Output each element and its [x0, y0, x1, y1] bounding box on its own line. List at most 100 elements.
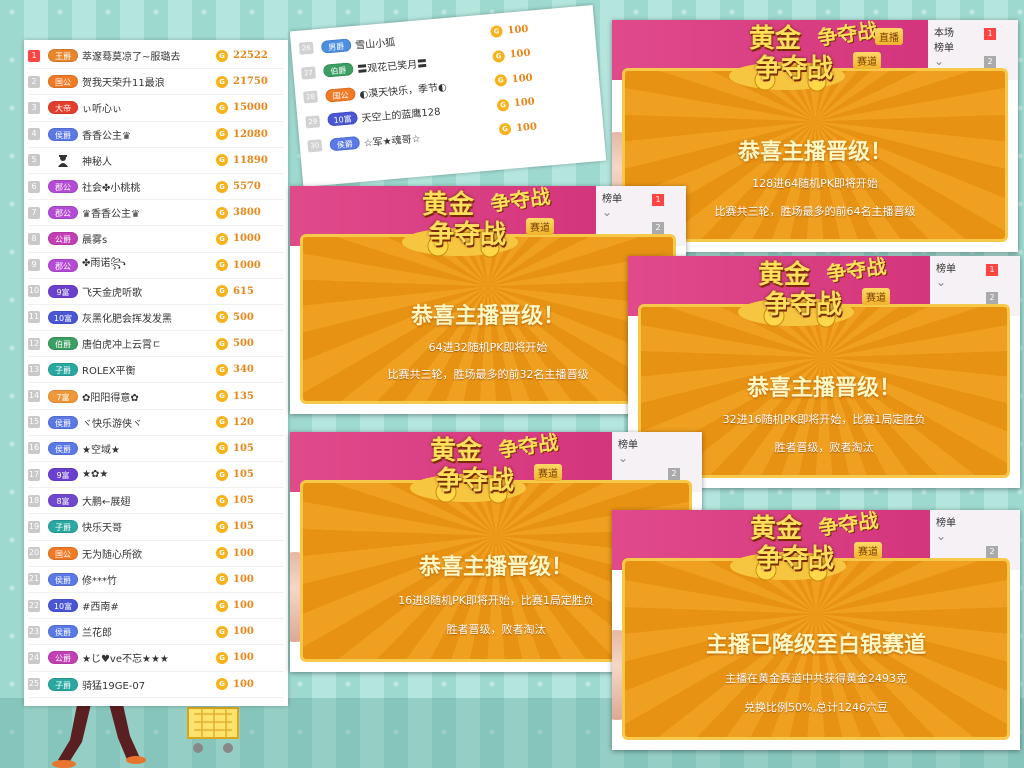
chevron-down-icon[interactable]: ⌄: [618, 451, 696, 465]
rank-row[interactable]: 7 郡公 ♛香香公主♛ G 3800: [28, 200, 284, 227]
rank-row[interactable]: 14 7富 ✿阳阳得意✿ G 135: [28, 383, 284, 410]
rank-row[interactable]: 8 公爵 晨雾s G 1000: [28, 226, 284, 253]
user-name: ROLEX平衡: [82, 366, 136, 378]
rank-row[interactable]: 20 国公 无为随心所欲 G 100: [28, 541, 284, 567]
popup-title: 主播已降级至白银赛道: [705, 632, 926, 658]
rank-row[interactable]: 5 神秘人 G 11890: [28, 148, 284, 174]
user-name: ♛香香公主♛: [82, 209, 140, 221]
tab-board-label[interactable]: 榜单: [618, 436, 696, 451]
popup-content: 主播已降级至白银赛道 主播在黄金赛道中共获得黄金2493克 兑换比例50%,总计12…: [622, 558, 1010, 740]
gold-road-tag: 赛道: [854, 542, 882, 559]
gold-coin-icon: G: [216, 259, 228, 272]
score-value: 105: [233, 521, 254, 533]
rank-row[interactable]: 17 9富 ★✿★ G 105: [28, 462, 284, 489]
rank-number: 30: [307, 139, 323, 153]
rank-row[interactable]: 15 侯爵 ヾ快乐游侠ヾ G 120: [28, 410, 284, 436]
rank-badge: 公爵: [48, 232, 78, 246]
gold-coin-icon: G: [216, 128, 228, 141]
rank-badge: 郡公: [48, 180, 78, 194]
user-name: 飞天金虎听歌: [82, 287, 142, 299]
user-name: 大鹏←展翅: [82, 497, 131, 509]
gold-battle-logo: 黄金 争夺战 争夺战 赛道 直播: [725, 20, 905, 94]
popup-line-1: 64进32随机PK即将开始: [428, 341, 548, 354]
rank-badge: 郡公: [48, 258, 78, 272]
score-value: 100: [233, 573, 254, 585]
rank-row[interactable]: 21 侯爵 修***竹 G 100: [28, 567, 284, 593]
rank-row[interactable]: 25 子爵 骑猛19GE-07 G 100: [28, 672, 284, 698]
rank-badge-2: 2: [652, 222, 664, 234]
rank-row[interactable]: 9 郡公 ✤雨诺꧂ G 1000: [28, 253, 284, 279]
user-name: ★じ♥ve不忘★★★: [82, 654, 169, 666]
score-value: 135: [233, 390, 254, 402]
gold-coin-icon: G: [216, 75, 228, 88]
user-name: 社会✤小桃桃: [82, 183, 141, 195]
rank-row[interactable]: 6 郡公 社会✤小桃桃 G 5570: [28, 174, 284, 201]
gold-road-tag: 赛道: [534, 464, 562, 481]
tab-board-label[interactable]: 本场: [934, 24, 1012, 39]
rank-badge: 伯爵: [48, 337, 78, 351]
rank-number: 27: [300, 66, 316, 80]
rank-number: 16: [28, 442, 40, 455]
rank-number: 14: [28, 390, 40, 403]
rank-row[interactable]: 1 王爵 萃邃蓦莫凉了~服璐去 G 22522: [28, 43, 284, 70]
tab-board-label[interactable]: 榜单: [934, 39, 1012, 54]
gold-coin-icon: G: [216, 625, 228, 638]
rank-number: 2: [28, 75, 40, 88]
score-value: 100: [233, 547, 254, 559]
tab-board-label[interactable]: 榜单: [936, 514, 1014, 529]
rank-row[interactable]: 4 侯爵 香香公主♛ G 12080: [28, 122, 284, 148]
gold-coin-icon: G: [498, 122, 512, 136]
rank-badge: 伯爵: [322, 62, 354, 78]
score-value: 12080: [233, 128, 268, 140]
rank-number: 3: [28, 101, 40, 114]
gold-coin-icon: G: [216, 573, 228, 586]
user-name: ☆军★魂哥☆: [363, 133, 422, 150]
rank-number: 11: [28, 311, 40, 324]
user-name: 快乐天哥: [82, 523, 122, 535]
rank-row[interactable]: 12 伯爵 唐伯虎冲上云霄ㄷ G 500: [28, 331, 284, 358]
score-value: 500: [233, 338, 254, 350]
rank-badge: 国公: [48, 75, 78, 89]
chevron-down-icon[interactable]: ⌄: [602, 205, 680, 219]
demotion-popup-silver: 榜单 ⌄ 2 主播已降级至白银赛道 主播在黄金赛道中共获得黄金2493克 兑换比例50%,…: [612, 510, 1020, 750]
rank-row[interactable]: 13 子爵 ROLEX平衡 G 340: [28, 357, 284, 384]
rank-row[interactable]: 23 侯爵 兰花郎 G 100: [28, 619, 284, 646]
score-value: 615: [233, 285, 254, 297]
rank-row[interactable]: 18 8富 大鹏←展翅 G 105: [28, 488, 284, 515]
user-name: 萃邃蓦莫凉了~服璐去: [82, 52, 181, 64]
user-name: ヾ快乐游侠ヾ: [82, 418, 142, 430]
rank-row[interactable]: 2 国公 贺我天荣升11最浪 G 21750: [28, 69, 284, 96]
rank-number: 25: [28, 678, 40, 691]
gold-coin-icon: G: [490, 25, 504, 39]
chevron-down-icon[interactable]: ⌄: [936, 275, 1014, 289]
rank-number: 20: [28, 547, 40, 560]
chevron-down-icon[interactable]: ⌄: [934, 54, 1012, 68]
popup-line-1: 主播在黄金赛道中共获得黄金2493克: [725, 672, 907, 686]
rank-badge: 侯爵: [48, 415, 78, 429]
rank-number: 21: [28, 573, 40, 586]
rank-badge: 国公: [324, 86, 356, 103]
rank-badge: 子爵: [48, 363, 78, 377]
gold-coin-icon: G: [216, 651, 228, 664]
rank-number: 17: [28, 468, 40, 481]
user-name: 唐伯虎冲上云霄ㄷ: [82, 340, 162, 352]
gold-coin-icon: G: [216, 101, 228, 114]
user-name: 无为随心所欲: [82, 549, 142, 561]
tab-board-label[interactable]: 榜单: [936, 260, 1014, 275]
rank-row[interactable]: 19 子爵 快乐天哥 G 105: [28, 514, 284, 541]
rank-row[interactable]: 22 10富 #西南# G 100: [28, 593, 284, 620]
tab-board-label[interactable]: 榜单: [602, 190, 680, 205]
rank-row[interactable]: 3 大帝 ぃ听心ぃ G 15000: [28, 95, 284, 122]
score-value: 100: [233, 652, 254, 664]
promotion-popup-64to32: 榜单 ⌄ 1 2 恭喜主播晋级！ 64进32随机PK即将开始 比赛共三轮，胜场最多的前32名…: [290, 186, 686, 414]
gold-battle-logo: 黄金 争夺战 争夺战 赛道: [726, 510, 906, 584]
rank-row[interactable]: 10 9富 飞天金虎听歌 G 615: [28, 279, 284, 305]
rank-badge: 侯爵: [48, 127, 78, 141]
chevron-down-icon[interactable]: ⌄: [936, 529, 1014, 543]
rank-row[interactable]: 24 公爵 ★じ♥ve不忘★★★ G 100: [28, 645, 284, 672]
gold-coin-icon: G: [216, 311, 228, 324]
rank-row[interactable]: 16 侯爵 ★空域★ G 105: [28, 436, 284, 462]
rank-number: 22: [28, 599, 40, 612]
rank-badge: 10富: [48, 310, 78, 324]
rank-row[interactable]: 11 10富 灰黑化肥会挥发发黑 G 500: [28, 305, 284, 332]
